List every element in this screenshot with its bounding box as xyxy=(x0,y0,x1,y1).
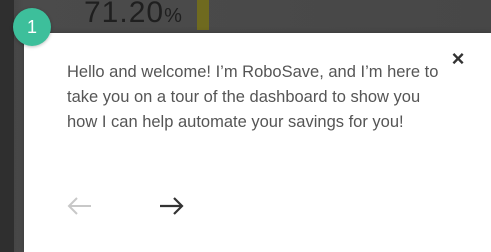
arrow-left-icon xyxy=(67,197,91,215)
dashboard-sidebar-edge xyxy=(0,0,14,252)
percentage-number: 71.20 xyxy=(84,0,165,29)
dashboard-bar-marker xyxy=(197,0,209,30)
tour-message: Hello and welcome! I’m RoboSave, and I’m… xyxy=(67,63,439,131)
arrow-right-icon xyxy=(160,197,184,215)
next-step-button[interactable] xyxy=(157,194,185,218)
dashboard-percentage-value: 71.20% xyxy=(84,0,183,33)
close-icon[interactable]: × xyxy=(447,48,469,70)
percentage-unit: % xyxy=(164,5,183,27)
prev-step-button[interactable] xyxy=(66,194,94,218)
tour-step-badge: 1 xyxy=(13,8,51,46)
